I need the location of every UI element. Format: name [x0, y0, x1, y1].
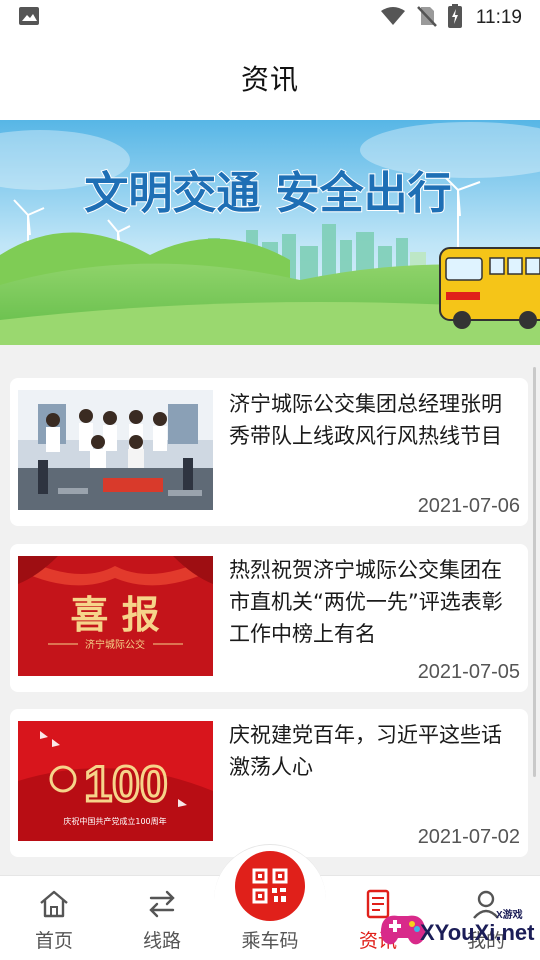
nav-label: 线路 — [142, 930, 181, 952]
image-notification-icon — [18, 6, 40, 30]
news-title: 庆祝建党百年，习近平这些话激荡人心 — [229, 723, 502, 779]
nav-label-qr[interactable]: 乘车码 — [216, 926, 324, 953]
news-card[interactable]: 济宁城际公交集团总经理张明秀带队上线政风行风热线节目 2021-07-06 — [10, 378, 528, 526]
news-date: 2021-07-06 — [417, 495, 520, 517]
news-date: 2021-07-02 — [417, 826, 520, 848]
watermark-text: XYouXi.net — [420, 920, 535, 945]
watermark-small-text: X游戏 — [496, 910, 523, 921]
qr-code-icon — [252, 868, 288, 904]
news-thumbnail: 喜 报 济宁城际公交 — [18, 556, 213, 676]
app-header: 资讯 — [0, 36, 540, 120]
route-swap-icon — [149, 890, 175, 918]
nav-item-home[interactable]: 首页 — [0, 876, 108, 960]
no-sim-icon — [416, 5, 438, 31]
thumbnail-text: 100 — [84, 756, 167, 812]
news-thumbnail: 100 庆祝中国共产党成立100周年 — [18, 721, 213, 841]
battery-charging-icon — [447, 4, 462, 32]
news-card[interactable]: 喜 报 济宁城际公交 热烈祝贺济宁城际公交集团在市直机关“两优一先”评选表彰工作… — [10, 544, 528, 692]
page-title: 资讯 — [240, 63, 299, 96]
home-icon — [40, 890, 68, 918]
thumbnail-text: 喜 报 — [70, 592, 159, 637]
banner-headline: 文明交通 安全出行 — [84, 168, 451, 219]
news-card[interactable]: 100 庆祝中国共产党成立100周年 庆祝建党百年，习近平这些话激荡人心 202… — [10, 709, 528, 857]
status-time: 11:19 — [475, 7, 522, 28]
qr-code-button[interactable] — [235, 851, 305, 921]
thumbnail-subtext: 庆祝中国共产党成立100周年 — [63, 816, 166, 826]
banner[interactable]: 文明交通 安全出行 — [0, 120, 540, 345]
status-bar: 11:19 — [0, 0, 540, 36]
bus-illustration — [439, 247, 540, 329]
news-title: 热烈祝贺济宁城际公交集团在市直机关“两优一先”评选表彰工作中榜上有名 — [229, 558, 503, 646]
thumbnail-subtext: 济宁城际公交 — [85, 638, 145, 651]
nav-item-routes[interactable]: 线路 — [108, 876, 216, 960]
news-date: 2021-07-05 — [417, 661, 520, 683]
scroll-indicator[interactable] — [533, 367, 536, 777]
nav-label: 首页 — [34, 930, 73, 952]
news-title: 济宁城际公交集团总经理张明秀带队上线政风行风热线节目 — [229, 392, 502, 448]
wifi-icon — [380, 6, 406, 30]
news-feed[interactable]: 济宁城际公交集团总经理张明秀带队上线政风行风热线节目 2021-07-06 喜 … — [0, 345, 540, 875]
watermark: X游戏 XYouXi.net — [378, 900, 540, 958]
news-thumbnail — [18, 390, 213, 510]
